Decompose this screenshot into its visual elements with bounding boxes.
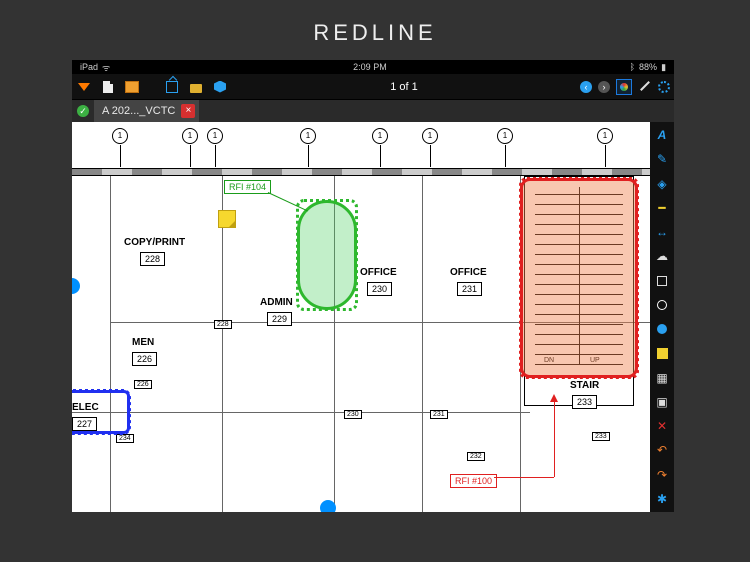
tab-close-button[interactable]: × [181,104,195,118]
exterior-wall [72,168,650,176]
undo-button[interactable]: ↶ [654,443,670,457]
note-tool[interactable] [654,346,670,360]
battery-icon: ▮ [659,62,668,73]
new-doc-button[interactable] [100,79,116,95]
document-icon [103,81,113,93]
room-number: 229 [267,312,292,326]
room-label: MEN [132,337,154,348]
tab-bar: ✓ A 202..._VCTC × [72,100,674,122]
grid-bubble: 1 [597,128,613,144]
share-icon [166,81,178,93]
wall [110,176,111,512]
text-tool[interactable]: A [654,128,670,142]
wall [72,412,530,413]
status-battery: 88% [637,62,659,72]
camera-tool[interactable]: ▣ [654,395,670,409]
menu-button[interactable] [76,79,92,95]
wall [422,176,423,512]
rfi-tag-green[interactable]: RFI #104 [224,180,271,194]
door-tag: 226 [134,380,152,389]
grid-bubble: 1 [497,128,513,144]
cube-icon [214,81,226,93]
main-toolbar: 1 of 1 ‹ › [72,74,674,100]
grid-bubble: 1 [300,128,316,144]
sheets-icon [125,81,139,93]
workspace: 1 1 1 1 1 1 1 1 COPY/PRINT 228 ADMIN 22 [72,122,674,512]
room-label: OFFICE [360,267,397,278]
room-number: 231 [457,282,482,296]
leader-line [494,477,554,478]
edit-button[interactable] [638,80,652,94]
selection-handle[interactable] [320,500,336,512]
room-label: ADMIN [260,297,293,308]
room-label: OFFICE [450,267,487,278]
callout-tool[interactable]: ◈ [654,177,670,191]
pen-tool[interactable]: ✎ [654,152,670,166]
highlighter-tool[interactable]: ━ [654,201,670,215]
column-grid: 1 1 1 1 1 1 1 1 [72,128,650,148]
room-number: 230 [367,282,392,296]
leader-line [554,397,555,477]
grid-bubble: 1 [372,128,388,144]
line-tool[interactable]: ↔ [654,225,670,239]
sticky-note[interactable] [218,210,236,228]
share-button[interactable] [164,79,180,95]
image-tool[interactable]: ▦ [654,371,670,385]
revision-cloud-green[interactable] [297,200,357,310]
settings-button[interactable] [658,81,670,93]
wifi-icon: ᯤ [100,61,112,74]
model-button[interactable] [212,79,228,95]
tool-settings-button[interactable]: ✱ [654,492,670,506]
prev-page-button[interactable]: ‹ [580,81,592,93]
cloud-tool[interactable]: ☁ [654,249,670,263]
room-number: 233 [572,395,597,409]
shape-tool[interactable] [654,274,670,288]
annotation-toolbar: A ✎ ◈ ━ ↔ ☁ ▦ ▣ ✕ ↶ ↷ ✱ [650,122,674,512]
next-page-button[interactable]: › [598,81,610,93]
grid-bubble: 1 [112,128,128,144]
grid-bubble: 1 [182,128,198,144]
page-title: REDLINE [0,0,750,60]
room-number: 226 [132,352,157,366]
redo-button[interactable]: ↷ [654,468,670,482]
redline-mode-button[interactable] [616,79,632,95]
room-number: 228 [140,252,165,266]
room-label: STAIR [570,380,599,391]
bluetooth-icon: ᛒ [628,62,637,72]
door-tag: 232 [467,452,485,461]
door-tag: 233 [592,432,610,441]
folder-button[interactable] [188,79,204,95]
door-tag: 234 [116,434,134,443]
drawing-canvas[interactable]: 1 1 1 1 1 1 1 1 COPY/PRINT 228 ADMIN 22 [72,122,650,512]
selection-handle[interactable] [72,278,80,294]
grid-bubble: 1 [422,128,438,144]
sheets-button[interactable] [124,79,140,95]
grid-bubble: 1 [207,128,223,144]
device-frame: iPad ᯤ 2:09 PM ᛒ 88% ▮ 1 of 1 ‹ › ✓ A 20… [72,60,674,512]
chevron-down-icon [78,83,90,91]
status-time: 2:09 PM [351,62,389,72]
document-tab[interactable]: A 202..._VCTC × [94,100,199,122]
page-indicator: 1 of 1 [236,81,572,93]
stamp-tool[interactable] [654,322,670,336]
revision-cloud-blue[interactable] [72,390,130,434]
rfi-tag-red[interactable]: RFI #100 [450,474,497,488]
status-bar: iPad ᯤ 2:09 PM ᛒ 88% ▮ [72,60,674,74]
door-tag: 228 [214,320,232,329]
door-tag: 231 [430,410,448,419]
room-label: COPY/PRINT [124,237,185,248]
delete-tool[interactable]: ✕ [654,419,670,433]
ellipse-tool[interactable] [654,298,670,312]
sync-status[interactable]: ✓ [72,100,94,122]
folder-icon [190,84,202,93]
arrowhead-icon [550,394,558,402]
revision-cloud-red[interactable] [520,178,638,378]
door-tag: 230 [344,410,362,419]
check-icon: ✓ [77,105,89,117]
tab-label: A 202..._VCTC [102,105,175,117]
status-device: iPad [78,62,100,72]
